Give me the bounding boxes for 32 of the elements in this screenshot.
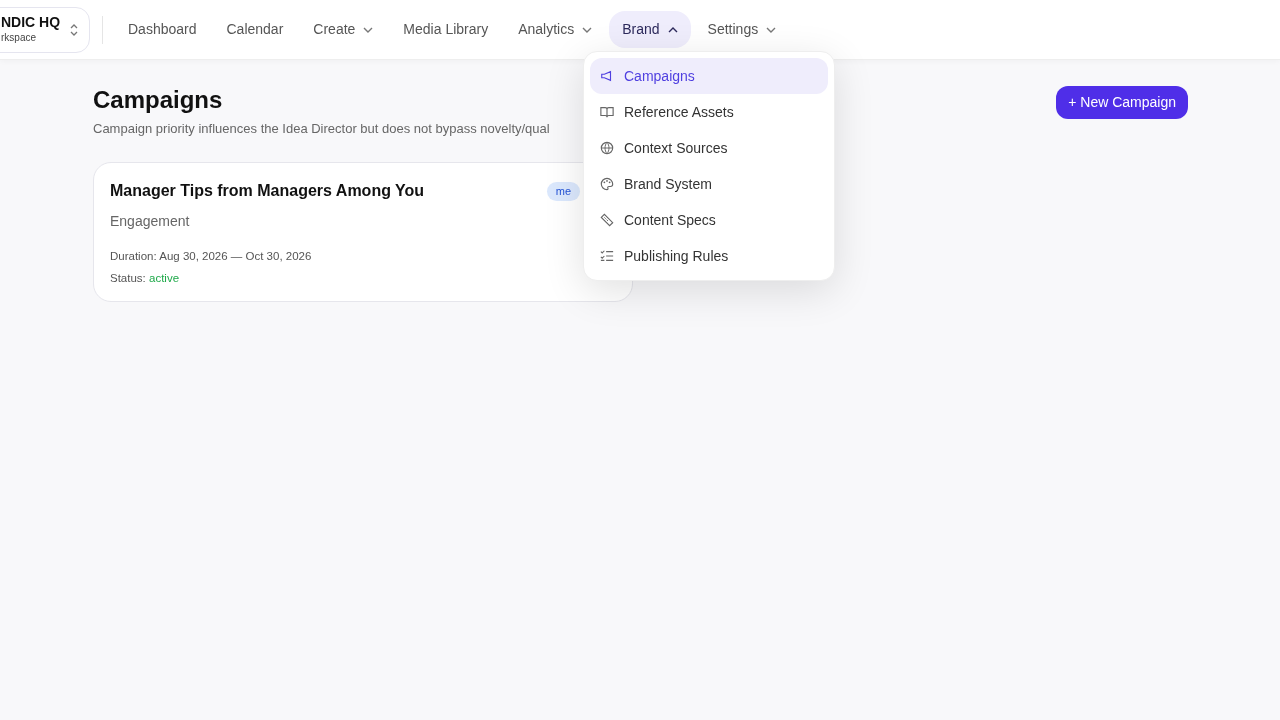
campaign-title: Manager Tips from Managers Among You xyxy=(110,181,425,202)
nav-item[interactable]: Dashboard xyxy=(115,11,210,48)
page-description: Campaign priority influences the Idea Director but does not bypass novelty/qual xyxy=(93,119,550,138)
menu-item[interactable]: Campaigns xyxy=(590,58,828,94)
chevron-up-down-icon xyxy=(69,22,79,37)
campaign-category: Engagement xyxy=(110,212,190,232)
book-icon xyxy=(600,105,614,119)
globe-icon xyxy=(600,141,614,155)
nav-item[interactable]: Brand xyxy=(609,11,691,48)
page-title: Campaigns xyxy=(93,86,224,115)
duration-text: Duration: Aug 30, 2026 — Oct 30, 2026 xyxy=(110,249,312,265)
status-value: active xyxy=(149,271,180,284)
status-label: Status: xyxy=(110,271,147,284)
workspace-switcher[interactable]: NDIC HQ rkspace xyxy=(0,6,90,53)
megaphone-icon xyxy=(600,69,614,83)
menu-item[interactable]: Context Sources xyxy=(590,130,828,166)
palette-icon xyxy=(600,177,614,191)
menu-item[interactable]: Brand System xyxy=(590,166,828,202)
nav-item[interactable]: Calendar xyxy=(213,11,297,48)
nav-item[interactable]: Settings xyxy=(694,11,790,48)
workspace-name: NDIC HQ xyxy=(1,13,61,31)
ruler-icon xyxy=(600,213,614,227)
menu-item[interactable]: Publishing Rules xyxy=(590,238,828,274)
menu-item[interactable]: Content Specs xyxy=(590,202,828,238)
nav-item[interactable]: Analytics xyxy=(505,11,606,48)
new-campaign-button[interactable]: + New Campaign xyxy=(1056,86,1188,119)
menu-item[interactable]: Reference Assets xyxy=(590,94,828,130)
checklist-icon xyxy=(600,249,614,263)
nav-item[interactable]: Create xyxy=(300,11,387,48)
nav-item[interactable]: Media Library xyxy=(390,11,502,48)
priority-tag: me xyxy=(546,182,580,201)
workspace-label: rkspace xyxy=(1,31,37,46)
